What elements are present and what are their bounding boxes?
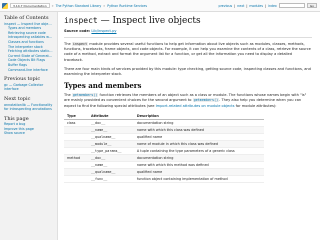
table-row: __qualname__ qualified name bbox=[64, 133, 264, 141]
next-link[interactable]: next bbox=[237, 4, 244, 8]
this-page-heading: This page bbox=[4, 115, 29, 122]
import-attributes-link[interactable]: Import-related attributes on module obje… bbox=[156, 104, 235, 108]
source-code-line: Source code: Lib/inspect.py bbox=[64, 29, 117, 33]
toc-item[interactable]: Command-line interface bbox=[4, 68, 53, 73]
intro-paragraph: The inspect module provides several usef… bbox=[64, 42, 311, 62]
types-paragraph: The getmembers() function retrieves the … bbox=[64, 93, 307, 108]
table-row: __func__ function object containing imple… bbox=[64, 175, 264, 183]
page-title: inspect — Inspect live objects bbox=[64, 16, 201, 26]
toc-list: inspect — Inspect live objects Types and… bbox=[4, 22, 53, 73]
table-row: __qualname__ qualified name bbox=[64, 168, 264, 176]
getmembers-link[interactable]: getmembers() bbox=[71, 93, 99, 98]
next-topic-heading: Next topic bbox=[4, 95, 31, 102]
table-row: __name__ name with which this method was … bbox=[64, 161, 264, 169]
table-row: method __doc__ documentation string bbox=[64, 154, 264, 162]
getmembers-link[interactable]: getmembers() bbox=[192, 98, 220, 103]
previous-topic-link[interactable]: gc — Garbage Collector interface bbox=[4, 83, 53, 92]
source-code-link[interactable]: Lib/inspect.py bbox=[91, 29, 116, 33]
services-paragraph: There are four main kinds of services pr… bbox=[64, 66, 311, 77]
top-navigation-bar: 3.14.7 Documentation » The Python Standa… bbox=[0, 0, 320, 12]
section-heading-types-and-members: Types and members bbox=[64, 81, 142, 91]
docs-version-select[interactable]: 3.14.7 Documentation bbox=[10, 3, 50, 8]
attributes-table: Type Attribute Description class __doc__ d… bbox=[64, 112, 264, 183]
breadcrumb-runtime-link[interactable]: Python Runtime Services bbox=[107, 4, 147, 8]
toc-heading: Table of Contents bbox=[4, 15, 49, 21]
table-row: __type_params__ A tuple containing the ty… bbox=[64, 147, 264, 155]
top-right-nav: previous | next | modules | index Go bbox=[219, 3, 320, 8]
next-topic-link[interactable]: annotationlib — Functionality for intros… bbox=[4, 103, 53, 112]
previous-link[interactable]: previous bbox=[219, 4, 233, 8]
breadcrumb-stdlib-link[interactable]: The Python Standard Library bbox=[56, 4, 102, 8]
go-button[interactable]: Go bbox=[306, 3, 317, 8]
table-row: class __doc__ documentation string bbox=[64, 119, 264, 127]
sidebar: Table of Contents inspect — Inspect live… bbox=[0, 12, 58, 240]
modules-link[interactable]: modules bbox=[249, 4, 263, 8]
main-content: inspect — Inspect live objects Source co… bbox=[60, 12, 316, 240]
previous-topic-heading: Previous topic bbox=[4, 76, 41, 83]
breadcrumb: 3.14.7 Documentation » The Python Standa… bbox=[10, 3, 147, 8]
quick-search-input[interactable] bbox=[278, 3, 305, 8]
python-logo-icon[interactable] bbox=[2, 2, 8, 9]
index-link[interactable]: index bbox=[268, 4, 277, 8]
table-row: __module__ name of module in which this c… bbox=[64, 140, 264, 148]
show-source-link[interactable]: Show source bbox=[4, 131, 53, 136]
table-row: __name__ name with which this class was d… bbox=[64, 126, 264, 134]
